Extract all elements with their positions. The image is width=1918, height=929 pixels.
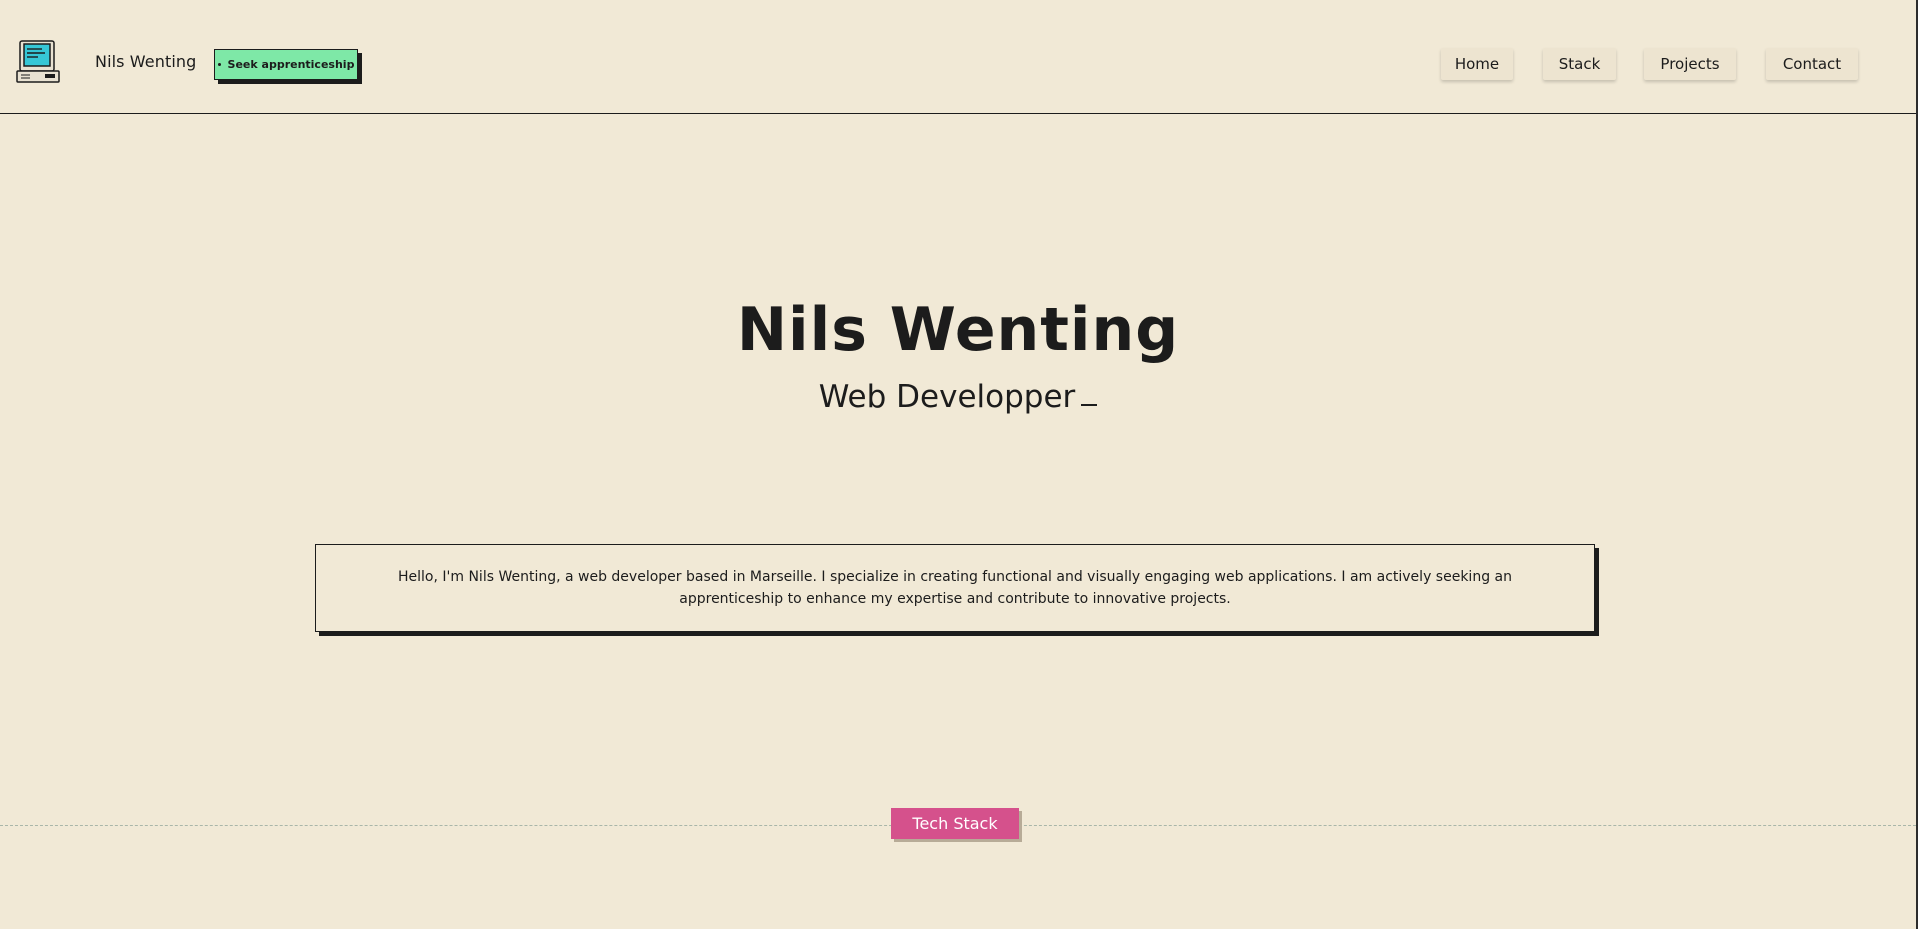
typing-cursor-icon <box>1081 404 1098 406</box>
nav-stack-button[interactable]: Stack <box>1543 48 1616 80</box>
nav-projects-button[interactable]: Projects <box>1644 48 1736 80</box>
hero-subtitle: Web Developper <box>0 377 1916 417</box>
tech-stack-button[interactable]: Tech Stack <box>891 808 1019 839</box>
site-header: Nils Wenting Seek apprenticeship Home St… <box>0 0 1916 114</box>
intro-card: Hello, I'm Nils Wenting, a web developer… <box>315 544 1595 632</box>
main-nav: Home Stack Projects Contact <box>0 48 1916 80</box>
hero-subtitle-text: Web Developper <box>818 379 1076 415</box>
hero-title: Nils Wenting <box>736 295 1180 365</box>
nav-home-button[interactable]: Home <box>1441 48 1513 80</box>
nav-contact-button[interactable]: Contact <box>1766 48 1858 80</box>
intro-text: Hello, I'm Nils Wenting, a web developer… <box>398 569 1512 607</box>
